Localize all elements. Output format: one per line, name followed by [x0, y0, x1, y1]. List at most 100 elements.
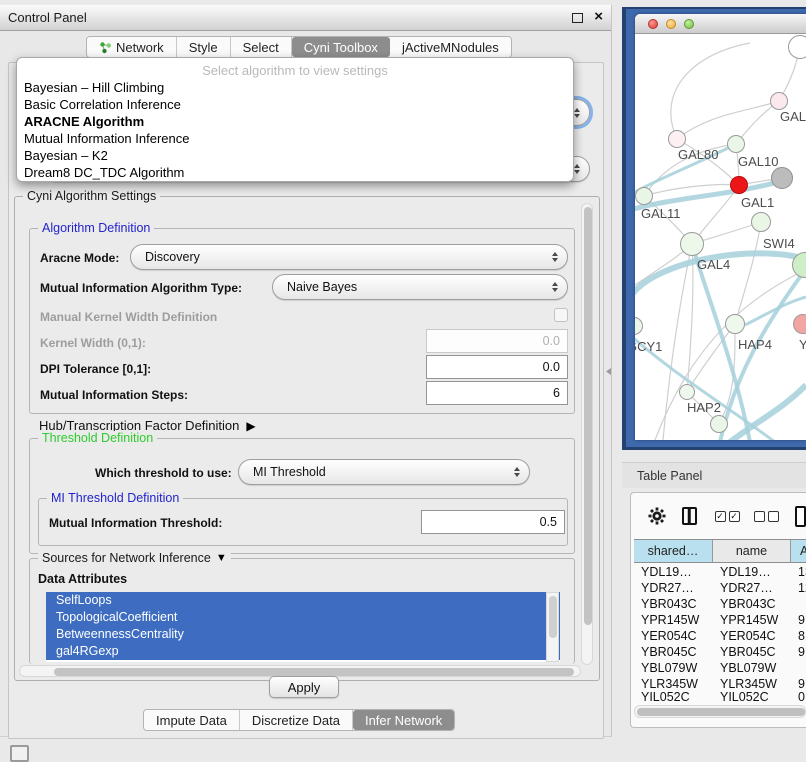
network-node-pink[interactable] — [793, 314, 806, 334]
data-attributes-list[interactable]: SelfLoops TopologicalCoefficient Between… — [46, 592, 560, 662]
new-file-icon[interactable] — [795, 506, 806, 527]
table-row[interactable]: YPR145W YPR145W 9. — [634, 612, 806, 628]
dropdown-item[interactable]: Bayesian – K2 — [17, 147, 573, 164]
network-window-titlebar[interactable] — [635, 14, 806, 34]
float-panel-icon[interactable] — [572, 13, 583, 23]
tab-impute-data[interactable]: Impute Data — [144, 710, 240, 730]
screen: Control Panel × Network Style Se — [0, 0, 806, 762]
dropdown-item[interactable]: Mutual Information Inference — [17, 130, 573, 147]
collapsed-arrow-icon[interactable]: ▶ — [246, 419, 255, 433]
column-header-clipped[interactable]: A — [791, 540, 806, 562]
list-item[interactable]: SelfLoops — [46, 592, 560, 609]
network-node[interactable] — [770, 92, 788, 110]
cyni-algorithm-settings-group: Cyni Algorithm Settings Algorithm Defini… — [14, 196, 600, 681]
table-row[interactable]: YDL19… YDL19… 13 — [634, 564, 806, 580]
network-node-gal10[interactable] — [727, 135, 745, 153]
network-node-hap2[interactable] — [679, 384, 695, 400]
list-item[interactable]: gal4RGexp — [46, 643, 560, 660]
dropdown-item-selected[interactable]: ARACNE Algorithm — [17, 113, 573, 130]
deselect-all-checkboxes-icon[interactable] — [754, 511, 779, 522]
table-panel-title: Table Panel — [622, 469, 702, 483]
node-label: GAL1 — [741, 195, 774, 210]
algorithm-definition-title: Algorithm Definition — [38, 221, 154, 235]
combo-stepper-icon — [552, 252, 558, 262]
docked-panel-icon[interactable] — [10, 745, 29, 762]
column-header-name[interactable]: name — [713, 540, 791, 562]
apply-button[interactable]: Apply — [269, 676, 339, 698]
table-row[interactable]: YER054C YER054C 8. — [634, 628, 806, 644]
mi-threshold-field[interactable]: 0.5 — [421, 510, 565, 534]
tab-network[interactable]: Network — [87, 37, 177, 57]
settings-hscrollbar-thumb[interactable] — [54, 668, 574, 676]
list-item[interactable]: TopologicalCoefficient — [46, 609, 560, 626]
select-all-checkboxes-icon[interactable]: ✓ ✓ — [715, 511, 740, 522]
table-row[interactable]: YBR043C YBR043C — [634, 596, 806, 612]
threshold-definition-group: Threshold Definition Which threshold to … — [29, 438, 575, 554]
network-node-gal80[interactable] — [668, 130, 686, 148]
network-canvas[interactable]: GAL GAL80 GAL10 GAL1 GAL11 SWI4 GAL4 GCY… — [635, 35, 806, 440]
aracne-mode-combo[interactable]: Discovery — [130, 244, 568, 270]
network-node-gray[interactable] — [771, 167, 793, 189]
settings-scrollbar-thumb[interactable] — [584, 207, 592, 625]
close-panel-icon[interactable]: × — [594, 8, 603, 25]
network-window[interactable]: GAL GAL80 GAL10 GAL1 GAL11 SWI4 GAL4 GCY… — [635, 14, 806, 440]
data-attributes-label: Data Attributes — [38, 572, 127, 586]
table-row[interactable]: YBR045C YBR045C 9. — [634, 644, 806, 660]
kernel-width-field[interactable]: 0.0 — [426, 329, 568, 353]
which-threshold-combo[interactable]: MI Threshold — [238, 459, 530, 485]
network-node-gal11[interactable] — [635, 187, 653, 205]
table-horizontal-scrollbar[interactable] — [634, 705, 806, 718]
close-traffic-light[interactable] — [648, 19, 658, 29]
maximize-traffic-light[interactable] — [684, 19, 694, 29]
dropdown-item[interactable]: Basic Correlation Inference — [17, 96, 573, 113]
table-row[interactable]: YLR345W YLR345W 9. — [634, 676, 806, 692]
node-label: Y — [799, 337, 806, 352]
mi-threshold-definition-title: MI Threshold Definition — [47, 491, 183, 505]
dropdown-placeholder[interactable]: Select algorithm to view settings — [17, 62, 573, 79]
list-scrollbar-thumb[interactable] — [549, 596, 557, 638]
dropdown-item[interactable]: Bayesian – Hill Climbing — [17, 79, 573, 96]
mi-algorithm-type-combo[interactable]: Naive Bayes — [272, 274, 568, 300]
dropdown-item[interactable]: Dream8 DC_TDC Algorithm — [17, 164, 573, 181]
minimize-traffic-light[interactable] — [666, 19, 676, 29]
network-tab-icon — [99, 41, 112, 54]
list-vertical-scrollbar[interactable] — [546, 592, 559, 662]
table-rows: YDL19… YDL19… 13 YDR27… YDR27… 12 YBR043… — [634, 564, 806, 702]
tab-select[interactable]: Select — [231, 37, 292, 57]
network-node-selected-red[interactable] — [730, 176, 748, 194]
node-label: GAL10 — [738, 154, 778, 169]
table-row[interactable]: YBL079W YBL079W — [634, 660, 806, 676]
network-node-gal1[interactable] — [751, 212, 771, 232]
gear-icon[interactable] — [647, 506, 667, 526]
table-row[interactable]: YDR27… YDR27… 12 — [634, 580, 806, 596]
tab-style[interactable]: Style — [177, 37, 231, 57]
mi-steps-label: Mutual Information Steps: — [40, 388, 188, 402]
table-toolbar: ✓ ✓ — [631, 499, 806, 533]
table-panel-bar: Table Panel — [622, 462, 806, 488]
network-node[interactable] — [710, 415, 728, 433]
network-node-hap4[interactable] — [725, 314, 745, 334]
mi-steps-field[interactable]: 6 — [426, 381, 568, 405]
control-panel-title: Control Panel — [0, 10, 87, 25]
expanded-arrow-icon[interactable]: ▼ — [216, 552, 227, 564]
table-row-clipped[interactable]: YIL052C YIL052C 0. — [634, 692, 806, 702]
table-hscrollbar-thumb[interactable] — [637, 708, 805, 716]
which-threshold-label: Which threshold to use: — [95, 466, 232, 480]
panel-tabstrip: Network Style Select Cyni Toolbox jActiv… — [86, 36, 512, 58]
combo-stepper-icon — [574, 164, 580, 174]
dpi-tolerance-field[interactable]: 0.0 — [426, 355, 568, 379]
settings-vertical-scrollbar[interactable] — [581, 203, 593, 665]
sources-group-title: Sources for Network Inference ▼ — [38, 551, 231, 565]
tab-infer-network[interactable]: Infer Network — [353, 710, 454, 730]
column-header-shared-name[interactable]: shared… — [634, 540, 713, 562]
split-columns-icon[interactable] — [682, 507, 697, 525]
list-item[interactable]: BetweennessCentrality — [46, 626, 560, 643]
tab-cyni-toolbox[interactable]: Cyni Toolbox — [292, 37, 390, 57]
combo-stepper-icon — [514, 467, 520, 477]
tab-jactivemnodules[interactable]: jActiveMNodules — [390, 37, 511, 57]
network-node-gal4[interactable] — [680, 232, 704, 256]
tab-discretize-data[interactable]: Discretize Data — [240, 710, 353, 730]
network-view-frame: GAL GAL80 GAL10 GAL1 GAL11 SWI4 GAL4 GCY… — [622, 7, 806, 450]
manual-kernel-width-checkbox[interactable] — [554, 308, 568, 322]
network-node[interactable] — [788, 35, 806, 59]
